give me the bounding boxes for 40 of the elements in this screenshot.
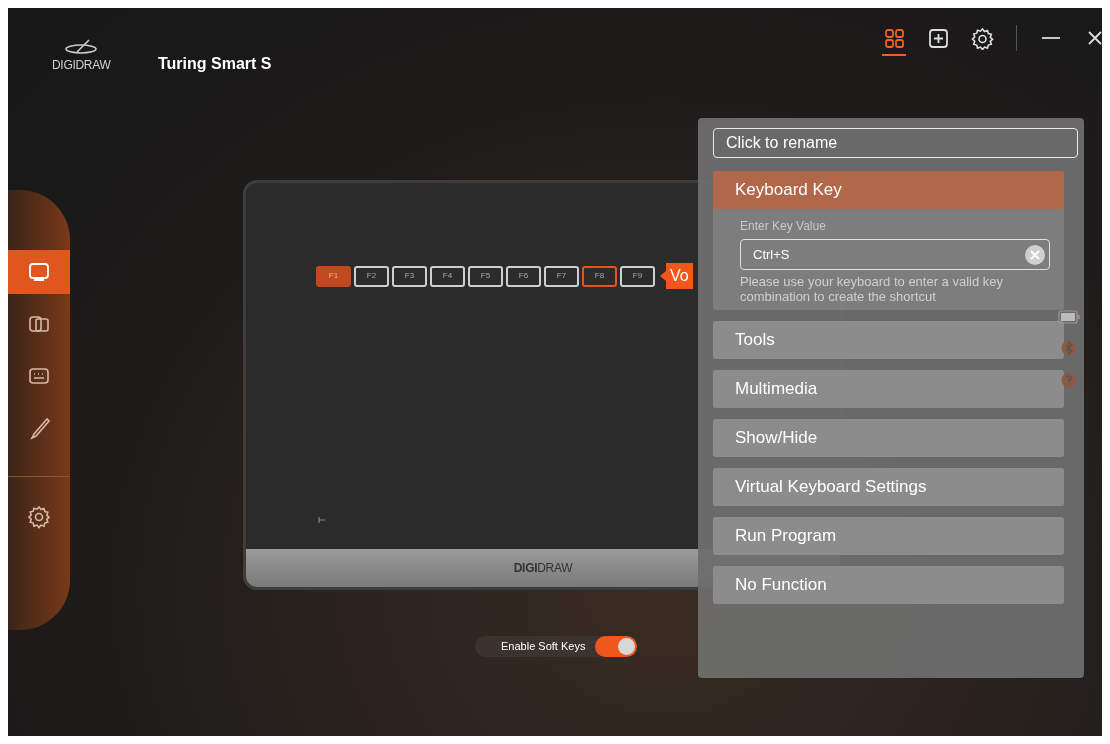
monitor-icon [27, 260, 51, 284]
field-label: Enter Key Value [740, 218, 827, 235]
tablet-key[interactable]: F6 [506, 265, 541, 287]
hint-text: Please use your keyboard to enter a valid key combination to create the shortcut [740, 274, 1005, 304]
logo-text: DIGIDRAW [52, 57, 111, 74]
brand-text: DIGIDRAW [513, 560, 573, 577]
settings-icon [27, 505, 51, 529]
soft-keys-toggle[interactable] [595, 636, 638, 657]
category-item[interactable]: Multimedia [713, 370, 1064, 408]
category-item[interactable]: No Function [713, 566, 1064, 604]
category-item[interactable]: Show/Hide [713, 419, 1064, 457]
rename-field[interactable]: Click to rename [713, 128, 1078, 158]
tablet-key[interactable]: F8 [582, 265, 617, 287]
minimize-icon [1042, 37, 1060, 39]
key-tooltip: Vo [666, 263, 693, 289]
tablet-key[interactable]: F7 [544, 265, 579, 287]
tablet-key[interactable]: F5 [468, 265, 503, 287]
logo-icon [63, 38, 100, 56]
plus-icon [926, 26, 950, 50]
soft-keys-label: Enable Soft Keys [501, 639, 586, 655]
sidebar-item[interactable] [8, 250, 70, 294]
category-item[interactable]: Virtual Keyboard Settings [713, 468, 1064, 506]
marker-icon [318, 517, 326, 523]
close-icon [1087, 30, 1102, 46]
tablet-key[interactable]: F3 [392, 265, 427, 287]
category-item[interactable]: Run Program [713, 517, 1064, 555]
tablet-key[interactable]: F2 [354, 265, 389, 287]
grid-icon [882, 26, 906, 50]
tablet-key[interactable]: F1 [316, 265, 351, 287]
tablet-key[interactable]: F4 [430, 265, 465, 287]
category-item[interactable]: Tools [713, 321, 1064, 359]
clear-button[interactable] [1025, 244, 1045, 265]
settings-icon [970, 26, 994, 50]
clear-icon [1030, 249, 1040, 260]
key-value-field[interactable]: Ctrl+S [740, 239, 1050, 270]
device-name: Turing Smart S [158, 54, 272, 74]
category-item[interactable]: Keyboard Key [713, 171, 1064, 209]
tablet-key[interactable]: F9 [620, 265, 655, 287]
pen-icon [27, 416, 51, 440]
battery-icon [1058, 310, 1080, 324]
